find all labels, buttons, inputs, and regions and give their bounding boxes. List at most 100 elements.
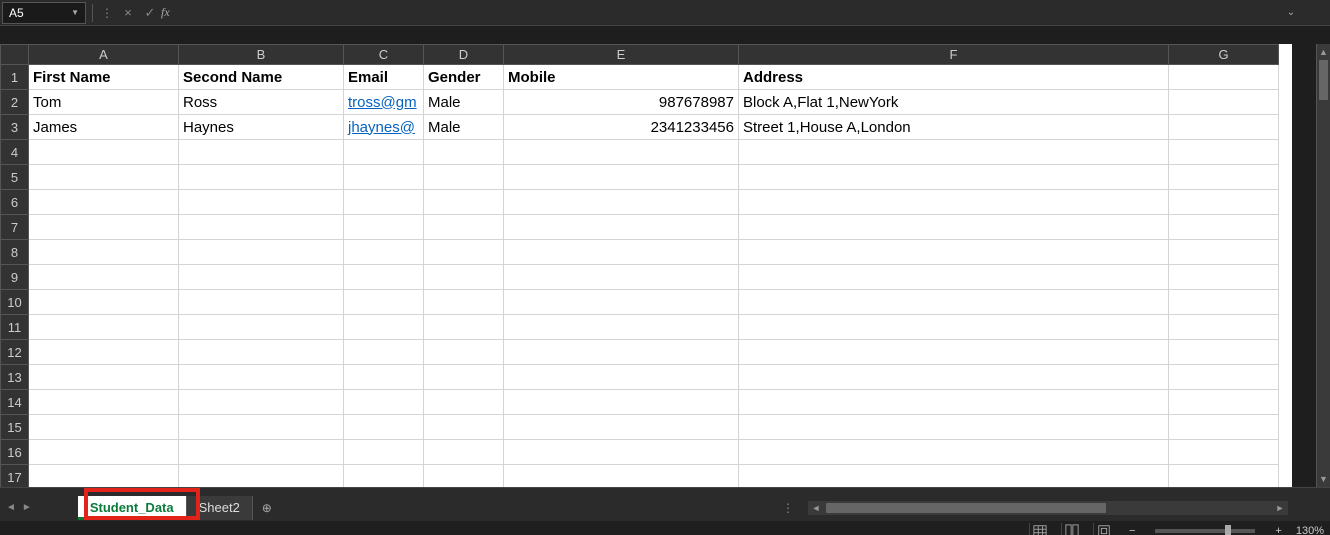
cell[interactable] — [1169, 215, 1279, 240]
vertical-scrollbar[interactable]: ▲ ▼ — [1316, 44, 1330, 487]
cell[interactable] — [179, 465, 344, 490]
row-header[interactable]: 17 — [1, 465, 29, 490]
cell[interactable] — [179, 415, 344, 440]
cell[interactable] — [1169, 190, 1279, 215]
cell[interactable] — [179, 190, 344, 215]
horizontal-scrollbar[interactable]: ◄ ► — [808, 501, 1288, 515]
column-header[interactable]: G — [1169, 45, 1279, 65]
cell[interactable] — [344, 465, 424, 490]
cell[interactable] — [29, 365, 179, 390]
cell[interactable]: Ross — [179, 90, 344, 115]
sheet-tab-student-data[interactable]: Student_Data — [78, 496, 187, 520]
cell[interactable] — [1169, 390, 1279, 415]
column-header[interactable]: F — [739, 45, 1169, 65]
cell[interactable] — [424, 340, 504, 365]
cell[interactable] — [344, 140, 424, 165]
cell[interactable] — [1169, 240, 1279, 265]
zoom-out-button[interactable]: − — [1125, 525, 1139, 535]
cell[interactable] — [344, 240, 424, 265]
cell[interactable] — [179, 340, 344, 365]
cell[interactable] — [504, 140, 739, 165]
cell[interactable] — [504, 165, 739, 190]
cell[interactable] — [424, 165, 504, 190]
scroll-right-icon[interactable]: ► — [1272, 503, 1288, 513]
cell[interactable] — [424, 365, 504, 390]
expand-formula-bar-icon[interactable]: ⌄ — [1282, 7, 1300, 18]
cell[interactable] — [29, 465, 179, 490]
cell[interactable] — [504, 290, 739, 315]
cell[interactable] — [739, 215, 1169, 240]
cell[interactable]: 987678987 — [504, 90, 739, 115]
row-header[interactable]: 16 — [1, 440, 29, 465]
cell[interactable] — [1169, 440, 1279, 465]
cell[interactable] — [179, 240, 344, 265]
row-header[interactable]: 10 — [1, 290, 29, 315]
cell[interactable] — [29, 390, 179, 415]
row-header[interactable]: 14 — [1, 390, 29, 415]
cell[interactable] — [344, 390, 424, 415]
cell[interactable]: Mobile — [504, 65, 739, 90]
column-header[interactable]: B — [179, 45, 344, 65]
row-header[interactable]: 6 — [1, 190, 29, 215]
formula-input[interactable] — [176, 2, 1282, 24]
cell[interactable]: Male — [424, 115, 504, 140]
cell[interactable] — [739, 415, 1169, 440]
cell[interactable] — [739, 240, 1169, 265]
cell[interactable] — [29, 190, 179, 215]
add-sheet-button[interactable]: ⊕ — [253, 496, 281, 520]
row-header[interactable]: 1 — [1, 65, 29, 90]
name-box[interactable]: A5 ▼ — [2, 2, 86, 24]
cell[interactable] — [179, 165, 344, 190]
cell[interactable] — [739, 190, 1169, 215]
spreadsheet-grid[interactable]: A B C D E F G 1 First Name Second Name E… — [0, 44, 1292, 487]
cell[interactable] — [1169, 265, 1279, 290]
select-all-corner[interactable] — [1, 45, 29, 65]
column-header[interactable]: D — [424, 45, 504, 65]
cell-link[interactable]: jhaynes@ — [344, 115, 424, 140]
cell[interactable] — [739, 165, 1169, 190]
scroll-down-icon[interactable]: ▼ — [1317, 471, 1330, 487]
cell[interactable] — [424, 290, 504, 315]
cell[interactable] — [344, 215, 424, 240]
cell[interactable] — [1169, 165, 1279, 190]
cell[interactable] — [179, 440, 344, 465]
row-header[interactable]: 5 — [1, 165, 29, 190]
cell[interactable] — [1169, 415, 1279, 440]
cell[interactable] — [424, 465, 504, 490]
cell[interactable] — [739, 340, 1169, 365]
cell[interactable] — [344, 165, 424, 190]
cell[interactable] — [344, 365, 424, 390]
cell[interactable] — [739, 465, 1169, 490]
column-header[interactable]: C — [344, 45, 424, 65]
scroll-up-icon[interactable]: ▲ — [1317, 44, 1330, 60]
row-header[interactable]: 4 — [1, 140, 29, 165]
page-layout-view-icon[interactable] — [1061, 523, 1083, 535]
cell[interactable] — [1169, 90, 1279, 115]
scroll-left-icon[interactable]: ◄ — [808, 503, 824, 513]
cell[interactable] — [739, 365, 1169, 390]
cell[interactable] — [739, 440, 1169, 465]
cell[interactable]: Block A,Flat 1,NewYork — [739, 90, 1169, 115]
cell[interactable] — [424, 265, 504, 290]
cell[interactable]: Haynes — [179, 115, 344, 140]
cell[interactable] — [29, 440, 179, 465]
scroll-thumb[interactable] — [826, 503, 1106, 513]
cell[interactable] — [344, 340, 424, 365]
cell[interactable] — [504, 440, 739, 465]
cell[interactable] — [179, 140, 344, 165]
cell[interactable] — [1169, 65, 1279, 90]
cell[interactable] — [739, 140, 1169, 165]
cell[interactable] — [504, 465, 739, 490]
cell[interactable] — [179, 390, 344, 415]
cell[interactable]: Tom — [29, 90, 179, 115]
cell[interactable] — [424, 315, 504, 340]
cell[interactable] — [1169, 115, 1279, 140]
cell[interactable] — [504, 365, 739, 390]
cell[interactable]: James — [29, 115, 179, 140]
cell[interactable] — [504, 190, 739, 215]
sheet-tab-sheet2[interactable]: Sheet2 — [187, 496, 253, 520]
tab-options-icon[interactable]: ⋮ — [772, 501, 804, 515]
cell[interactable] — [344, 190, 424, 215]
row-header[interactable]: 3 — [1, 115, 29, 140]
row-header[interactable]: 15 — [1, 415, 29, 440]
